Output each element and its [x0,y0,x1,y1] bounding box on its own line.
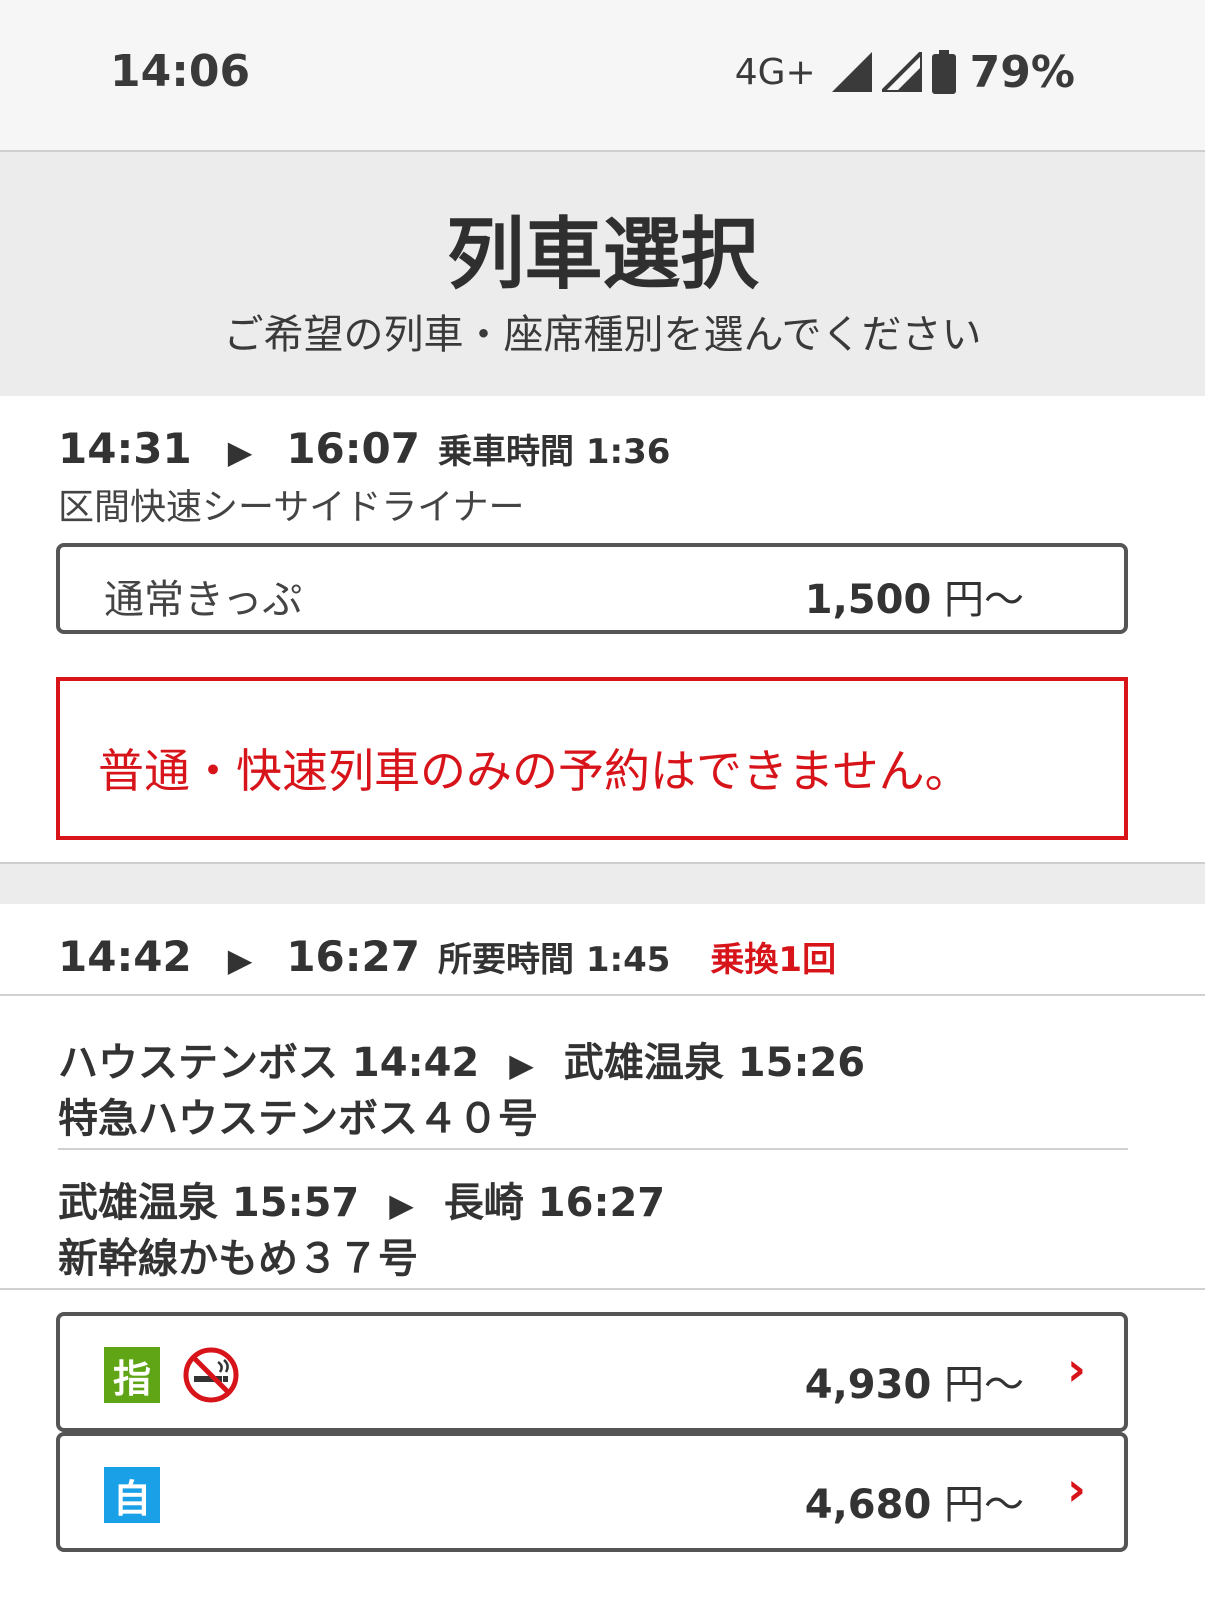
leg-to: 長崎 16:27 [443,1180,666,1226]
page-title: 列車選択 [446,210,759,300]
leg-route-1: ハウステンボス 14:42 ▶ 武雄温泉 15:26 [58,1030,865,1088]
divider [0,1288,1205,1290]
arrow-icon: ▶ [509,1046,534,1084]
warning-box: 普通・快速列車のみの予約はできません。 [56,677,1128,840]
no-smoking-icon [183,1347,239,1403]
page-subtitle: ご希望の列車・座席種別を選んでください [223,312,982,358]
fare-price: 1,500 円〜 [805,567,1024,625]
leg-train-2: 新幹線かもめ３７号 [58,1236,418,1282]
duration-label: 所要時間 1:45 [438,940,671,980]
reserved-seat-badge: 指 [104,1347,160,1403]
warning-message: 普通・快速列車のみの予約はできません。 [98,744,971,798]
leg-to: 武雄温泉 15:26 [563,1040,866,1086]
fare-price: 4,680 円〜 [805,1472,1024,1530]
fare-unit: 円〜 [944,1482,1024,1528]
fare-amount: 1,500 [804,577,932,623]
transfer-count: 乗換1回 [710,940,837,980]
arrow-icon: ▶ [389,1186,414,1224]
fare-amount: 4,680 [804,1482,932,1528]
status-time: 14:06 [110,46,251,97]
divider [58,1148,1128,1150]
page-header: 列車選択 ご希望の列車・座席種別を選んでください [0,152,1205,396]
fare-label: 通常きっぷ [104,577,303,623]
arrive-time: 16:07 [286,424,421,473]
depart-time: 14:31 [58,424,192,473]
fare-price: 4,930 円〜 [805,1352,1024,1410]
depart-time: 14:42 [58,932,192,981]
fare-option-reserved[interactable]: 指 4,930 円〜 › [56,1312,1128,1432]
leg-train-1: 特急ハウステンボス４０号 [58,1096,538,1142]
signal-icon [831,52,872,92]
battery-icon [931,50,956,94]
status-indicators: 4G+ 79% [735,46,1075,98]
trip-summary: 14:42 ▶ 16:27 所要時間 1:45 乗換1回 [58,932,836,981]
train-name: 区間快速シーサイドライナー [58,487,525,528]
fare-option-regular[interactable]: 通常きっぷ 1,500 円〜 [56,543,1128,634]
leg-from: 武雄温泉 15:57 [58,1180,360,1226]
network-type: 4G+ [734,51,816,93]
trip-summary: 14:31 ▶ 16:07 乗車時間 1:36 [58,424,670,473]
arrow-icon: ▶ [227,433,253,471]
unreserved-seat-badge: 自 [104,1467,160,1523]
leg-route-2: 武雄温泉 15:57 ▶ 長崎 16:27 [58,1170,665,1228]
arrive-time: 16:27 [286,932,421,981]
fare-option-unreserved[interactable]: 自 4,680 円〜 › [56,1432,1128,1552]
divider [0,994,1205,996]
signal-icon [881,52,922,92]
arrow-icon: ▶ [227,941,253,979]
duration-label: 乗車時間 1:36 [438,432,671,472]
section-divider [0,862,1205,904]
fare-unit: 円〜 [944,1362,1024,1408]
chevron-right-icon: › [1067,1342,1086,1396]
chevron-right-icon: › [1067,1462,1086,1516]
fare-amount: 4,930 [804,1362,932,1408]
leg-from: ハウステンボス 14:42 [58,1040,480,1086]
fare-unit: 円〜 [944,577,1024,623]
status-bar: 14:06 4G+ 79% [0,0,1205,152]
battery-percent: 79% [969,46,1075,98]
